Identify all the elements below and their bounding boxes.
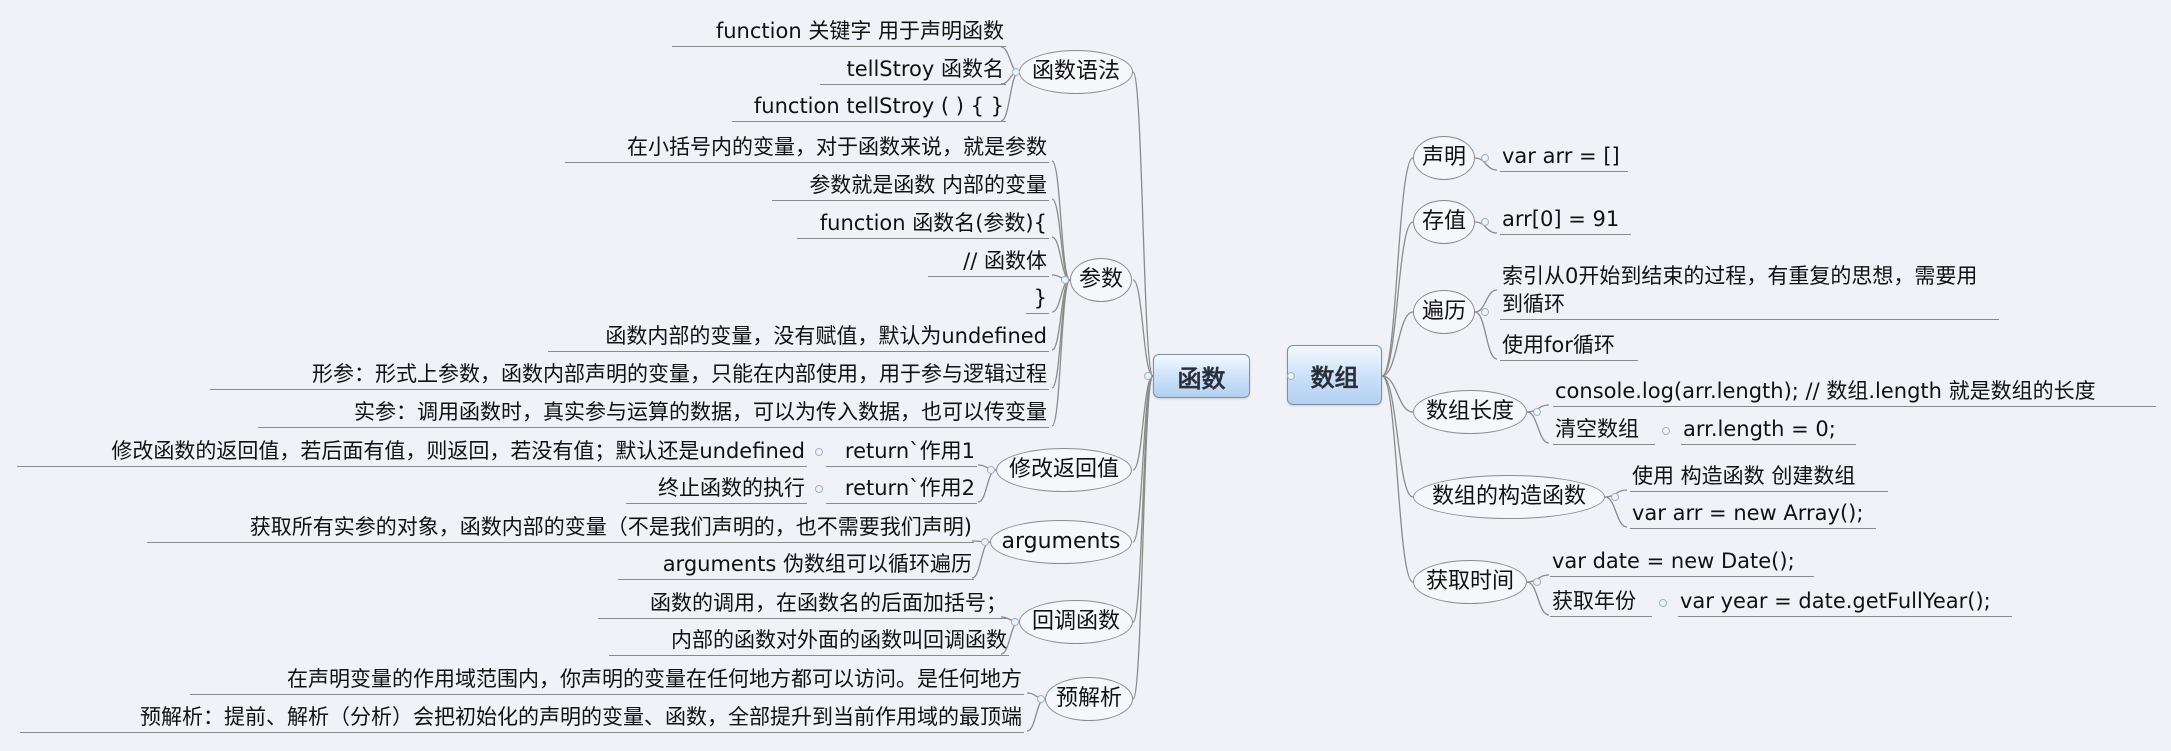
leaf-callback-call: 函数的调用，在函数名的后面加括号； [598,589,1009,619]
topic-functions[interactable]: 函数 [1153,354,1250,398]
collapse-dot-icon[interactable] [987,466,995,474]
leaf-length-console: console.log(arr.length); // 数组.length 就是… [1553,377,2156,407]
connector-line [1381,375,1414,583]
leaf-param-body-comment: // 函数体 [928,247,1049,277]
branch-store-value[interactable]: 存值 [1413,200,1475,244]
collapse-dot-icon[interactable] [1144,372,1152,380]
collapse-dot-icon[interactable] [1662,427,1670,435]
leaf-date-new: var date = new Date(); [1550,547,1814,577]
collapse-dot-icon[interactable] [1481,154,1489,162]
connector-line [1526,581,1550,616]
branch-declare[interactable]: 声明 [1413,136,1475,180]
branch-callback[interactable]: 回调函数 [1019,600,1133,644]
leaf-get-year-code: var year = date.getFullYear(); [1678,587,2012,617]
branch-parameters[interactable]: 参数 [1070,258,1132,302]
collapse-dot-icon[interactable] [1533,578,1541,586]
leaf-return-modify-desc: 修改函数的返回值，若后面有值，则返回，若没有值；默认还是undefined [17,437,807,467]
leaf-param-definition: 在小括号内的变量，对于函数来说，就是参数 [565,133,1049,163]
branch-array-constructor[interactable]: 数组的构造函数 [1413,475,1605,519]
connector-line [1604,496,1628,528]
leaf-constructor-code: var arr = new Array(); [1630,499,1876,529]
leaf-store-value: arr[0] = 91 [1500,205,1631,235]
connector-line [1474,311,1498,360]
collapse-dot-icon[interactable] [981,538,989,546]
branch-traverse[interactable]: 遍历 [1413,290,1475,334]
leaf-arguments-object: 获取所有实参的对象，函数内部的变量（不是我们声明的，也不需要我们声明) [147,513,974,543]
connector-line [1381,221,1414,377]
mind-map: 函数 数组 函数语法 function 关键字 用于声明函数 tellStroy… [0,0,2171,751]
leaf-hoisting-definition: 预解析：提前、解析（分析）会把初始化的声明的变量、函数，全部提升到当前作用域的最… [20,703,1024,733]
leaf-function-name: tellStroy 函数名 [820,55,1006,85]
collapse-dot-icon[interactable] [815,485,823,493]
leaf-actual-param: 实参：调用函数时，真实参与运算的数据，可以为传入数据，也可以传变量 [258,398,1049,428]
leaf-formal-param: 形参：形式上参数，函数内部声明的变量，只能在内部使用，用于参与逻辑过程 [210,360,1049,390]
collapse-dot-icon[interactable] [1481,218,1489,226]
leaf-function-keyword: function 关键字 用于声明函数 [672,17,1006,47]
collapse-dot-icon[interactable] [1012,68,1020,76]
collapse-dot-icon[interactable] [1287,372,1295,380]
leaf-constructor-desc: 使用 构造函数 创建数组 [1630,462,1888,492]
connector-line [1132,375,1154,623]
collapse-dot-icon[interactable] [815,448,823,456]
connector-line [1526,411,1550,444]
collapse-dot-icon[interactable] [1061,276,1069,284]
leaf-declare-array: var arr = [] [1500,142,1628,172]
branch-array-length[interactable]: 数组长度 [1413,390,1527,434]
leaf-clear-array-code: arr.length = 0; [1681,415,1856,445]
leaf-get-year: 获取年份 [1550,587,1652,617]
leaf-param-undefined: 函数内部的变量，没有赋值，默认为undefined [548,322,1049,352]
connector-line [1051,279,1071,427]
leaf-param-internal-var: 参数就是函数 内部的变量 [772,171,1049,201]
leaf-return-effect-2: return`作用2 [826,474,977,504]
collapse-dot-icon[interactable] [1481,308,1489,316]
leaf-hoisting-scope: 在声明变量的作用域范围内，你声明的变量在任何地方都可以访问。是任何地方 [190,665,1024,695]
connector-line [977,469,997,503]
collapse-dot-icon[interactable] [1659,599,1667,607]
branch-function-syntax[interactable]: 函数语法 [1019,50,1133,94]
topic-arrays[interactable]: 数组 [1287,345,1382,405]
branch-hoisting[interactable]: 预解析 [1045,677,1133,721]
leaf-arguments-iterable: arguments 伪数组可以循环遍历 [618,550,974,580]
leaf-param-syntax-open: function 函数名(参数){ [797,209,1049,239]
connector-line [971,541,991,579]
leaf-function-declaration: function tellStroy ( ) { } [732,92,1006,122]
collapse-dot-icon[interactable] [1611,493,1619,501]
leaf-return-effect-1: return`作用1 [826,437,977,467]
branch-arguments[interactable]: arguments [990,520,1132,564]
connector-line [1026,698,1046,732]
connector-line [1051,160,1071,281]
leaf-clear-array: 清空数组 [1553,415,1655,445]
branch-return-value[interactable]: 修改返回值 [996,448,1132,492]
collapse-dot-icon[interactable] [1011,618,1019,626]
leaf-param-syntax-close: } [1026,284,1049,314]
leaf-traverse-desc: 索引从0开始到结束的过程，有重复的思想，需要用到循环 [1500,262,1999,320]
leaf-traverse-for-loop: 使用for循环 [1500,331,1638,361]
collapse-dot-icon[interactable] [1533,408,1541,416]
branch-get-time[interactable]: 获取时间 [1413,560,1527,604]
leaf-callback-definition: 内部的函数对外面的函数叫回调函数 [609,626,1009,656]
leaf-return-terminate-desc: 终止函数的执行 [626,474,807,504]
collapse-dot-icon[interactable] [1037,695,1045,703]
